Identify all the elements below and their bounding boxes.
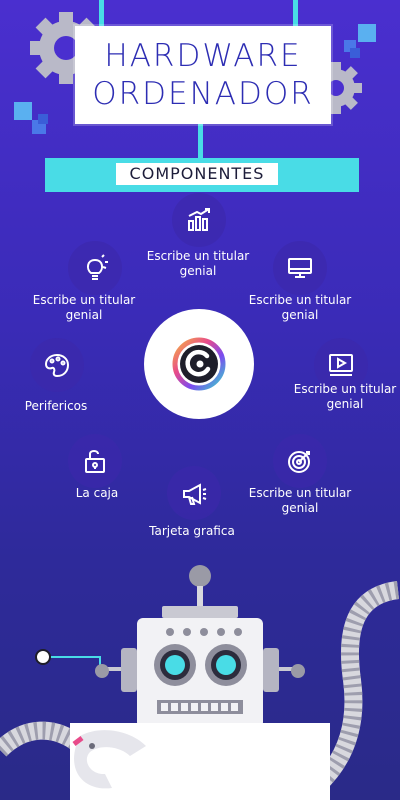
title-line-1: HARDWARE <box>104 38 302 74</box>
title-line-2: ORDENADOR <box>92 76 314 112</box>
node-0[interactable] <box>172 193 226 247</box>
node-label: Perifericos <box>24 399 88 413</box>
monitor-icon <box>288 258 312 278</box>
video-icon <box>329 354 353 376</box>
connector-line <box>198 124 203 158</box>
megaphone-icon <box>183 483 207 505</box>
node-label: Escribe un titular genial <box>248 486 352 515</box>
node-5[interactable] <box>68 434 122 488</box>
node-3[interactable] <box>30 338 84 392</box>
node-1[interactable] <box>68 241 122 295</box>
connector-line <box>99 0 104 26</box>
node-label: Tarjeta grafica <box>149 524 235 538</box>
infographic-page: HARDWARE ORDENADOR COMPONENTES Escribe u… <box>0 0 400 800</box>
node-label: Escribe un titular genial <box>293 382 397 411</box>
decor-square <box>14 102 32 120</box>
decor-square <box>358 24 376 42</box>
lightbulb-icon <box>86 254 108 280</box>
node-6[interactable] <box>273 434 327 488</box>
node-label: La caja <box>75 486 119 500</box>
decor-square <box>38 114 48 124</box>
node-label: Escribe un titular genial <box>248 293 352 322</box>
unlock-icon <box>85 450 105 473</box>
section-banner-label: COMPONENTES <box>116 163 278 185</box>
node-7[interactable] <box>167 466 221 520</box>
palette-icon <box>44 353 70 378</box>
decor-square <box>350 48 360 58</box>
node-2[interactable] <box>273 241 327 295</box>
bar-chart-icon <box>188 208 210 231</box>
brand-logo-icon <box>172 337 226 391</box>
title-box: HARDWARE ORDENADOR <box>75 26 331 124</box>
center-logo-circle <box>144 309 254 419</box>
node-label: Escribe un titular genial <box>146 249 250 278</box>
node-label: Escribe un titular genial <box>32 293 136 322</box>
connector-line <box>293 0 298 26</box>
target-icon <box>288 451 310 473</box>
robot-illustration <box>0 565 400 800</box>
